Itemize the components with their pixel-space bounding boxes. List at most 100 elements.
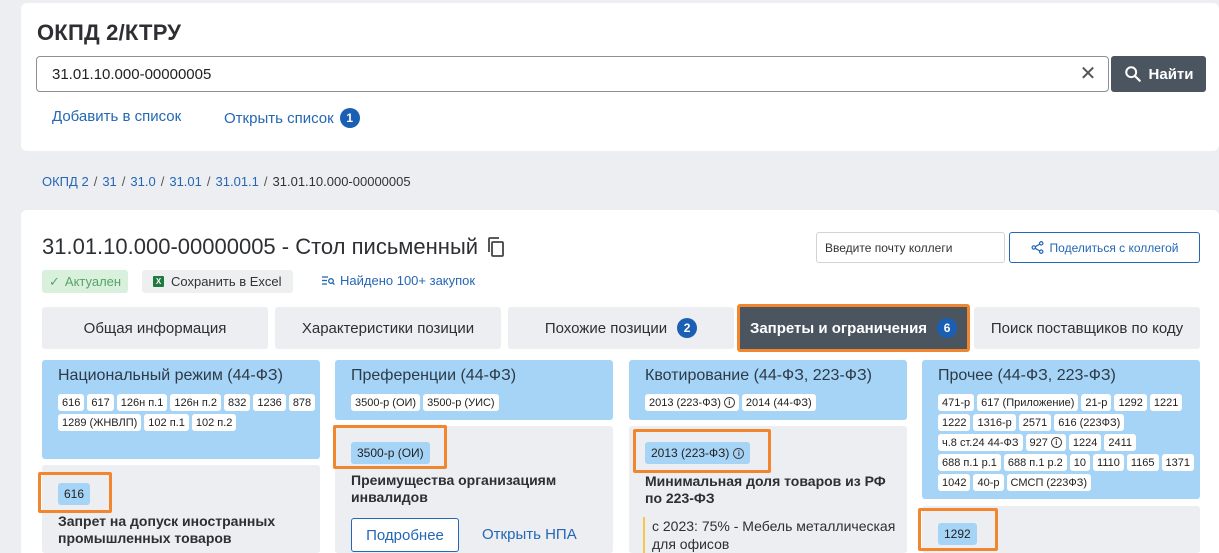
- breadcrumb-item[interactable]: ОКПД 2: [42, 174, 89, 189]
- restriction-chip[interactable]: 3500-р (ОИ): [351, 394, 421, 411]
- restriction-chip[interactable]: 1165: [1126, 454, 1159, 471]
- open-list-label: Открыть список: [224, 109, 334, 127]
- open-npa-link[interactable]: Открыть НПА: [482, 526, 577, 543]
- tab-similar-positions[interactable]: Похожие позиции 2: [508, 307, 734, 349]
- restriction-chip[interactable]: 126н п.1: [116, 394, 168, 411]
- tab-characteristics[interactable]: Характеристики позиции: [275, 307, 501, 349]
- save-excel-label: Сохранить в Excel: [171, 274, 282, 289]
- search-button-label: Найти: [1148, 65, 1194, 83]
- selected-restriction-chip[interactable]: 3500-р (ОИ): [351, 442, 430, 464]
- restriction-chip[interactable]: ч.8 ст.24 44-ФЗ: [938, 434, 1023, 451]
- restriction-chip[interactable]: 1292: [1114, 394, 1147, 411]
- restriction-chip[interactable]: СМСП (223ФЗ): [1006, 474, 1092, 491]
- tab-count-badge: 2: [677, 318, 698, 338]
- restriction-chip[interactable]: 1222: [938, 414, 971, 431]
- chip-list: 2013 (223-ФЗ) i 2014 (44-ФЗ): [645, 394, 903, 411]
- breadcrumb: ОКПД 2/31/31.0/31.01/31.01.1/31.01.10.00…: [42, 174, 411, 189]
- restriction-chip[interactable]: 616 (223ФЗ): [1054, 414, 1125, 431]
- restriction-chip[interactable]: 40-р: [973, 474, 1004, 491]
- restriction-chip[interactable]: 688 п.1 р.2: [1003, 454, 1067, 471]
- selected-restriction-chip[interactable]: 2013 (223-ФЗ) i: [645, 442, 751, 464]
- list-search-icon: [322, 275, 335, 285]
- share-button[interactable]: Поделиться с коллегой: [1009, 232, 1200, 263]
- restriction-chip[interactable]: 3500-р (УИС): [423, 394, 499, 411]
- page-title: ОКПД 2/КТРУ: [37, 20, 182, 45]
- restriction-chip[interactable]: 1042: [938, 474, 971, 491]
- restriction-chip[interactable]: 2571: [1018, 414, 1052, 431]
- breadcrumb-item[interactable]: 31.0: [130, 174, 155, 189]
- restriction-chip[interactable]: 1371: [1161, 454, 1195, 471]
- search-box: ✕: [36, 56, 1109, 92]
- restriction-description: Преимущества организациям инвалидов: [351, 472, 557, 505]
- status-badge: ✓ Актуален: [42, 270, 129, 293]
- restriction-chip[interactable]: 878: [288, 394, 316, 411]
- restriction-chip[interactable]: 617 (Приложение): [977, 394, 1079, 411]
- section-title: Квотирование (44-ФЗ, 223-ФЗ): [645, 367, 872, 384]
- tab-restrictions[interactable]: Запреты и ограничения 6: [737, 304, 970, 352]
- restriction-chip[interactable]: 1224: [1068, 434, 1102, 451]
- tab-label: Похожие позиции: [544, 319, 668, 337]
- info-icon: i: [723, 397, 735, 408]
- chip-label: 2013 (223-ФЗ): [649, 396, 721, 409]
- section-title: Преференции (44-ФЗ): [351, 367, 517, 384]
- restriction-chip[interactable]: 617: [87, 394, 114, 411]
- search-input[interactable]: [52, 57, 1052, 91]
- breadcrumb-item[interactable]: 31.01.1: [216, 174, 259, 189]
- item-title-text: 31.01.10.000-00000005 - Стол письменный: [42, 234, 479, 259]
- chip-label: 927: [1029, 436, 1048, 449]
- check-icon: ✓: [49, 273, 60, 289]
- breadcrumb-item[interactable]: 31: [102, 174, 116, 189]
- selected-restriction-chip[interactable]: 1292: [938, 523, 977, 545]
- found-purchases-label: Найдено 100+ закупок: [340, 273, 476, 288]
- search-icon: [1124, 66, 1141, 82]
- open-list-link[interactable]: Открыть список 1: [224, 108, 360, 128]
- chip-list: 471-р 617 (Приложение) 21-р 1292 1221 12…: [938, 394, 1196, 491]
- tab-label: Поиск поставщиков по коду: [990, 319, 1184, 337]
- share-button-label: Поделиться с коллегой: [1049, 240, 1179, 255]
- save-excel-button[interactable]: X Сохранить в Excel: [142, 270, 293, 293]
- restriction-chip[interactable]: 471-р: [938, 394, 975, 411]
- restriction-chip[interactable]: 102 п.1: [144, 414, 189, 431]
- breadcrumb-item[interactable]: 31.01: [169, 174, 202, 189]
- tab-label: Общая информация: [83, 319, 227, 337]
- tab-label: Характеристики позиции: [301, 319, 475, 337]
- info-icon: i: [1050, 437, 1062, 448]
- details-button[interactable]: Подробнее: [351, 518, 459, 552]
- quota-note: с 2023: 75% - Мебель металлическая для о…: [643, 517, 898, 553]
- restriction-chip[interactable]: 927 i: [1025, 434, 1066, 451]
- restriction-chip[interactable]: 21-р: [1081, 394, 1112, 411]
- restriction-chip[interactable]: 126н п.2: [170, 394, 221, 411]
- found-purchases-link[interactable]: Найдено 100+ закупок: [321, 273, 475, 288]
- restriction-chip[interactable]: 1289 (ЖНВЛП): [58, 414, 142, 431]
- restriction-chip[interactable]: 688 п.1 р.1: [938, 454, 1001, 471]
- restriction-chip[interactable]: 1316-р: [973, 414, 1016, 431]
- tab-supplier-search[interactable]: Поиск поставщиков по коду: [974, 307, 1200, 349]
- restriction-chip[interactable]: 2411: [1104, 434, 1137, 451]
- info-icon: i: [733, 447, 745, 459]
- restriction-chip[interactable]: 102 п.2: [191, 414, 237, 431]
- tab-count-badge: 6: [937, 318, 958, 338]
- restriction-chip[interactable]: 1221: [1149, 394, 1183, 411]
- restriction-chip[interactable]: 1110: [1093, 454, 1124, 471]
- restriction-chip[interactable]: 10: [1069, 454, 1091, 471]
- tab-label: Запреты и ограничения: [749, 319, 928, 337]
- selected-restriction-chip[interactable]: 616: [58, 483, 91, 505]
- restriction-chip[interactable]: 2013 (223-ФЗ) i: [645, 394, 739, 411]
- status-label: Актуален: [64, 274, 122, 289]
- restriction-chip[interactable]: 616: [58, 394, 85, 411]
- breadcrumb-current: 31.01.10.000-00000005: [272, 174, 411, 189]
- excel-icon: X: [153, 276, 164, 287]
- close-icon[interactable]: ✕: [1078, 64, 1098, 84]
- share-icon: [1031, 241, 1044, 254]
- item-title: 31.01.10.000-00000005 - Стол письменный: [42, 234, 506, 260]
- restriction-chip[interactable]: 2014 (44-ФЗ): [741, 394, 816, 411]
- tab-general-info[interactable]: Общая информация: [42, 307, 268, 349]
- list-count-badge: 1: [339, 108, 360, 128]
- restriction-chip[interactable]: 1236: [253, 394, 286, 411]
- chip-label: 2013 (223-ФЗ): [651, 446, 730, 460]
- add-to-list-link[interactable]: Добавить в список: [52, 108, 181, 125]
- copy-icon[interactable]: [486, 236, 506, 258]
- colleague-email-input[interactable]: [816, 232, 1005, 263]
- search-button[interactable]: Найти: [1111, 56, 1206, 92]
- restriction-chip[interactable]: 832: [223, 394, 251, 411]
